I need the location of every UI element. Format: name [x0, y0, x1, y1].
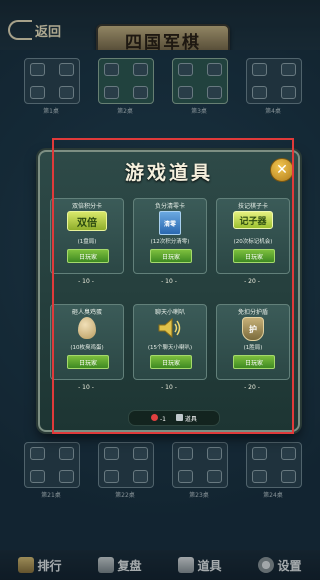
red-highlight-frame	[52, 138, 294, 434]
